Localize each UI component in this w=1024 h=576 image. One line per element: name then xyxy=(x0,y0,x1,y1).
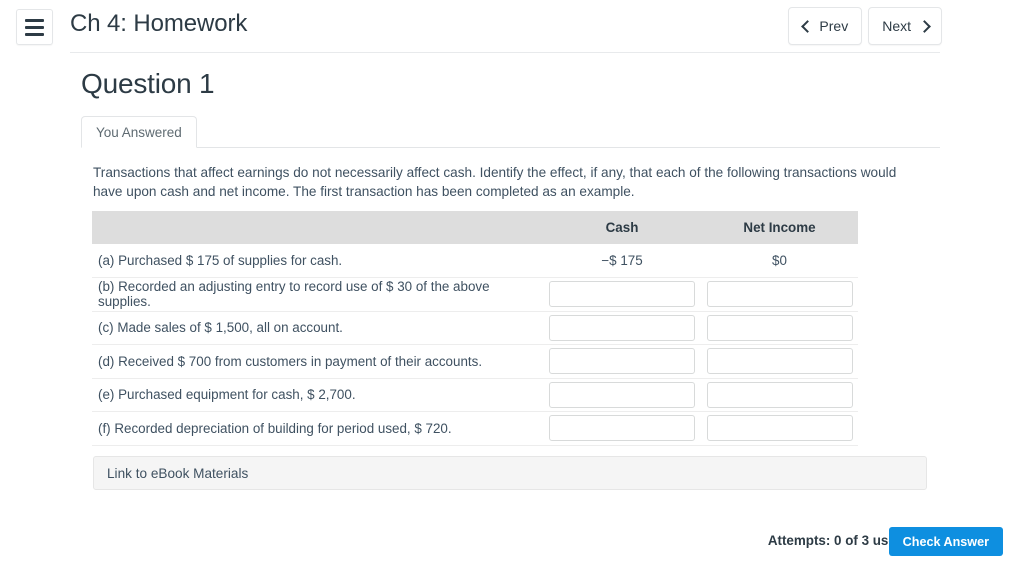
table-row: (b) Recorded an adjusting entry to recor… xyxy=(92,278,858,312)
cash-value: −$ 175 xyxy=(601,253,643,268)
table-row: (f) Recorded depreciation of building fo… xyxy=(92,412,858,446)
hamburger-bar xyxy=(25,25,44,29)
net-income-value: $0 xyxy=(772,253,787,268)
cash-input[interactable] xyxy=(549,281,695,308)
transaction-description: (b) Recorded an adjusting entry to recor… xyxy=(98,279,490,310)
question-page: Ch 4: Homework Prev Next Question 1 You … xyxy=(0,0,1024,576)
hamburger-icon[interactable] xyxy=(16,9,53,45)
tab-label: You Answered xyxy=(96,124,182,140)
check-answer-button[interactable]: Check Answer xyxy=(888,527,1003,556)
transaction-description: (e) Purchased equipment for cash, $ 2,70… xyxy=(98,387,356,403)
cash-input[interactable] xyxy=(549,314,695,341)
table-header: Cash Net Income xyxy=(92,211,858,244)
column-header-description xyxy=(92,211,543,244)
table-row: (c) Made sales of $ 1,500, all on accoun… xyxy=(92,311,858,345)
cash-input[interactable] xyxy=(549,381,695,408)
cash-cell xyxy=(543,378,701,412)
cash-cell xyxy=(543,278,701,312)
column-header-cash: Cash xyxy=(543,211,701,244)
header-divider xyxy=(70,52,940,53)
cash-cell xyxy=(543,412,701,446)
hamburger-bar xyxy=(25,32,44,36)
transaction-description: (c) Made sales of $ 1,500, all on accoun… xyxy=(98,320,343,336)
top-bar: Ch 4: Homework Prev Next xyxy=(0,0,1024,53)
tab-underline xyxy=(81,147,940,148)
net-income-input[interactable] xyxy=(706,381,853,408)
tab-you-answered[interactable]: You Answered xyxy=(81,116,197,148)
table-row: (e) Purchased equipment for cash, $ 2,70… xyxy=(92,378,858,412)
column-header-net-income: Net Income xyxy=(701,211,858,244)
page-title: Question 1 xyxy=(81,68,215,99)
table-row: (a) Purchased $ 175 of supplies for cash… xyxy=(92,244,858,278)
net-income-input[interactable] xyxy=(706,415,853,442)
cash-cell xyxy=(543,345,701,379)
net-income-input[interactable] xyxy=(706,314,853,341)
net-income-cell xyxy=(701,311,858,345)
prev-button-label: Prev xyxy=(819,18,849,34)
cash-input[interactable] xyxy=(549,415,695,442)
net-income-input[interactable] xyxy=(706,348,853,375)
table-header-row: Cash Net Income xyxy=(92,211,858,244)
table-row: (d) Received $ 700 from customers in pay… xyxy=(92,345,858,379)
net-income-cell xyxy=(701,412,858,446)
cash-cell xyxy=(543,311,701,345)
cash-input[interactable] xyxy=(549,348,695,375)
ebook-materials-label: Link to eBook Materials xyxy=(107,465,249,481)
chevron-right-icon xyxy=(919,19,928,33)
tab-bar: You Answered xyxy=(81,116,940,148)
net-income-cell xyxy=(701,345,858,379)
transaction-description: (f) Recorded depreciation of building fo… xyxy=(98,420,452,436)
hamburger-bar xyxy=(25,18,44,22)
table-body: (a) Purchased $ 175 of supplies for cash… xyxy=(92,244,858,445)
course-title: Ch 4: Homework xyxy=(70,10,248,37)
net-income-input[interactable] xyxy=(706,281,853,308)
next-button-label: Next xyxy=(882,18,911,34)
attempts-status: Attempts: 0 of 3 used xyxy=(767,533,904,548)
chevron-left-icon xyxy=(802,19,811,33)
nav-button-group: Prev Next xyxy=(788,7,942,45)
net-income-cell xyxy=(701,378,858,412)
transaction-description: (a) Purchased $ 175 of supplies for cash… xyxy=(98,253,343,268)
prev-button[interactable]: Prev xyxy=(788,7,863,45)
transaction-description: (d) Received $ 700 from customers in pay… xyxy=(98,353,483,369)
question-prompt: Transactions that affect earnings do not… xyxy=(93,165,897,199)
net-income-cell xyxy=(701,278,858,312)
transactions-table: Cash Net Income (a) Purchased $ 175 of s… xyxy=(92,211,858,446)
next-button[interactable]: Next xyxy=(868,7,942,45)
ebook-materials-link[interactable]: Link to eBook Materials xyxy=(93,456,927,490)
